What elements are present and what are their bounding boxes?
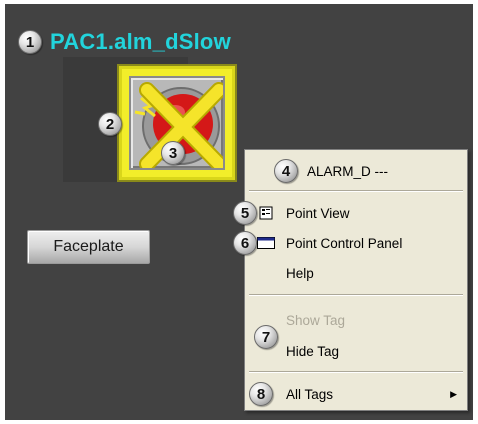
menu-separator: [249, 190, 463, 192]
faceplate-button[interactable]: Faceplate: [27, 230, 150, 264]
menu-separator: [249, 371, 463, 373]
callout-badge-8: 8: [249, 382, 273, 406]
tag-title-row: 1 PAC1.alm_dSlow: [18, 25, 231, 59]
menu-separator: [249, 294, 463, 296]
callout-badge-6: 6: [233, 231, 257, 255]
menu-item-alarm-header[interactable]: 4 ALARM_D ---: [245, 158, 467, 184]
menu-item-hide-tag[interactable]: Hide Tag: [245, 338, 467, 364]
menu-item-point-view[interactable]: 5 Point View: [233, 200, 467, 226]
context-menu: 4 ALARM_D --- 5 Point View 6 Point Contr…: [233, 149, 468, 411]
menu-label-point-control-panel: Point Control Panel: [286, 235, 403, 251]
control-panel-icon: [256, 236, 276, 250]
menu-label-all-tags: All Tags: [286, 386, 334, 402]
menu-label-show-tag: Show Tag: [286, 312, 346, 328]
menu-item-all-tags[interactable]: 8 All Tags ▶: [245, 381, 467, 407]
menu-label-hide-tag: Hide Tag: [286, 343, 340, 359]
menu-label-point-view: Point View: [286, 205, 350, 221]
menu-label-alarm: ALARM_D ---: [307, 163, 389, 179]
callout-badge-3: 3: [161, 141, 185, 165]
submenu-arrow-icon: ▶: [450, 388, 457, 399]
point-view-icon: [256, 206, 276, 220]
menu-item-help[interactable]: Help: [245, 260, 467, 286]
menu-item-show-tag[interactable]: Show Tag: [245, 307, 467, 333]
menu-item-point-control-panel[interactable]: 6 Point Control Panel: [233, 230, 467, 256]
tag-title: PAC1.alm_dSlow: [50, 29, 231, 54]
callout-badge-5: 5: [233, 201, 257, 225]
callout-badge-2: 2: [98, 112, 122, 136]
callout-badge-1: 1: [18, 30, 42, 54]
callout-badge-4: 4: [274, 159, 298, 183]
menu-label-help: Help: [286, 265, 314, 281]
